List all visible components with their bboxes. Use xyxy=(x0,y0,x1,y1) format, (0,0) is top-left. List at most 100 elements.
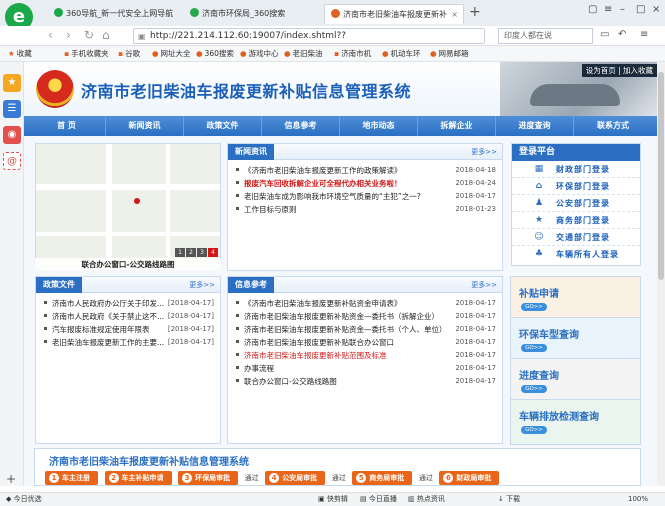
map-page-4[interactable]: 4 xyxy=(208,248,218,257)
flow-step: 3 环保局审批 xyxy=(178,471,239,485)
map-caption[interactable]: 联合办公窗口-公交路线路图 xyxy=(35,258,221,271)
at-mention-icon[interactable]: @ xyxy=(3,152,21,170)
nav-dismantle[interactable]: 拆解企业 xyxy=(418,116,496,136)
extension-icon[interactable]: ▭ xyxy=(600,29,609,40)
tab-close-icon[interactable]: × xyxy=(451,5,458,24)
status-quick-edit[interactable]: ▣ 快剪辑 xyxy=(318,493,348,506)
status-live[interactable]: ▤ 今日直播 xyxy=(360,493,397,506)
list-item[interactable]: 济南市人民政府《关于禁止这不... [2018-04-17] xyxy=(44,310,214,323)
news-more-link[interactable]: 更多>> xyxy=(471,144,497,160)
bookmark-vehicle-env[interactable]: ● 机动车环 xyxy=(382,46,421,62)
nav-policy[interactable]: 政策文件 xyxy=(184,116,262,136)
list-item[interactable]: 济南市老旧柴油车报废更新补贴资金—委托书（拆解企业） 2018-04-17 xyxy=(236,310,496,323)
list-item[interactable]: 济南市老旧柴油车报废更新补贴资金—委托书（个人、单位） 2018-04-17 xyxy=(236,323,496,336)
list-item[interactable]: 《济南市老旧柴油车报废更新工作的政策解读》 2018-04-18 xyxy=(236,164,496,177)
bookmark-jinan[interactable]: ▪ 济南市机 xyxy=(334,46,371,62)
nav-info[interactable]: 信息参考 xyxy=(262,116,340,136)
list-item[interactable]: 办事流程 2018-04-17 xyxy=(236,362,496,375)
policy-more-link[interactable]: 更多>> xyxy=(189,277,215,293)
reading-list-icon[interactable]: ☰ xyxy=(3,100,21,118)
menu-icon[interactable]: ≡ xyxy=(604,4,612,15)
promo-eco-car-query[interactable]: 环保车型查询 GO>> xyxy=(510,317,641,363)
minimize-icon[interactable]: – xyxy=(620,4,625,15)
owner-icon: ♣ xyxy=(534,249,545,259)
url-input[interactable]: ▣ http://221.214.112.60:19007/index.shtm… xyxy=(133,28,485,44)
undo-icon[interactable]: ↶ xyxy=(618,29,626,40)
list-item[interactable]: 济南市老旧柴油车报废更新补贴联合办公窗口 2018-04-17 xyxy=(236,336,496,349)
list-item[interactable]: 工作目标与原则 2018-01-23 xyxy=(236,203,496,216)
list-item[interactable]: 汽车报废标准规定使用年限表 [2018-04-17] xyxy=(44,323,214,336)
maximize-icon[interactable]: □ xyxy=(636,4,645,15)
nav-city-news[interactable]: 地市动态 xyxy=(340,116,418,136)
info-more-link[interactable]: 更多>> xyxy=(471,277,497,293)
list-item[interactable]: 济南市老旧柴油车报废更新补贴范围及标准 2018-04-17 xyxy=(236,349,496,362)
tab-active-subsidy[interactable]: 济南市老旧柴油车报废更新补 × xyxy=(324,4,464,24)
nav-news[interactable]: 新闻资讯 xyxy=(106,116,184,136)
scrollbar-thumb[interactable] xyxy=(658,72,664,280)
status-hot-news[interactable]: ▥ 热点资讯 xyxy=(408,493,445,506)
go-button[interactable]: GO>> xyxy=(521,426,547,434)
login-environment[interactable]: ⌂ 环保部门登录 xyxy=(512,178,640,195)
news-title: 新闻资讯 xyxy=(228,144,274,160)
login-title: 登录平台 xyxy=(512,144,640,161)
go-button[interactable]: GO>> xyxy=(521,385,547,393)
tab-360-nav[interactable]: 360导航_新一代安全上网导航 xyxy=(48,4,178,24)
bookmark-mobile[interactable]: ▪ 手机收藏夹 xyxy=(64,46,109,62)
list-item[interactable]: 报废汽车回收拆解企业可全程代办相关业务啦！ 2018-04-24 xyxy=(236,177,496,190)
bookmark-netease-mail[interactable]: ● 网易邮箱 xyxy=(430,46,469,62)
sidebar-add-icon[interactable]: + xyxy=(6,472,16,486)
bookmark-360-search[interactable]: ● 360搜索 xyxy=(196,46,234,62)
map-page-2[interactable]: 2 xyxy=(186,248,196,257)
login-finance[interactable]: ▦ 财政部门登录 xyxy=(512,161,640,178)
tools-menu-icon[interactable]: ≡ xyxy=(640,29,648,40)
login-commerce[interactable]: ★ 商务部门登录 xyxy=(512,212,640,229)
login-vehicle-owner[interactable]: ♣ 车辆所有人登录 xyxy=(512,246,640,263)
back-icon[interactable]: ‹ xyxy=(48,28,53,42)
login-transport[interactable]: ☺ 交通部门登录 xyxy=(512,229,640,246)
bookmark-favorites[interactable]: ★ 收藏 xyxy=(8,46,32,62)
tab-env-bureau[interactable]: 济南市环保局_360搜索 xyxy=(184,4,320,24)
nav-home[interactable]: 首 页 xyxy=(28,116,106,136)
window-close-icon[interactable]: × xyxy=(652,4,660,15)
list-item[interactable]: 济南市人民政府办公厅关于印发... [2018-04-17] xyxy=(44,297,214,310)
refresh-icon[interactable]: ↻ xyxy=(84,28,94,42)
house-icon: ⌂ xyxy=(535,181,544,191)
weibo-icon[interactable]: ◉ xyxy=(3,126,21,144)
policy-list: 济南市人民政府办公厅关于印发... [2018-04-17] 济南市人民政府《关于… xyxy=(44,297,214,349)
skin-icon[interactable]: ▢ xyxy=(588,4,597,15)
go-button[interactable]: GO>> xyxy=(521,344,547,352)
browser-status-bar: ◆ 今日优选 ▣ 快剪辑 ▤ 今日直播 ▥ 热点资讯 ↓ 下载 100% xyxy=(0,492,665,506)
folder-icon: ▪ xyxy=(334,49,340,58)
nav-contact[interactable]: 联系方式 xyxy=(574,116,652,136)
map-page-3[interactable]: 3 xyxy=(197,248,207,257)
flow-step: 1 车主注册 xyxy=(45,471,98,485)
promo-subsidy-apply[interactable]: 补贴申请 GO>> xyxy=(510,276,641,322)
list-item[interactable]: 老旧柴油车报废更新工作的主要... [2018-04-17] xyxy=(44,336,214,349)
bookmark-game-center[interactable]: ● 游戏中心 xyxy=(240,46,279,62)
list-item[interactable]: 老旧柴油车成为影响我市环境空气质量的“主犯”之一? 2018-04-17 xyxy=(236,190,496,203)
map-road xyxy=(36,184,220,190)
promo-emission-query[interactable]: 车辆排放检测查询 GO>> xyxy=(510,399,641,445)
top-links[interactable]: 设为首页 | 加入收藏 xyxy=(581,64,657,77)
search-input[interactable]: 印度人都在说 xyxy=(498,28,593,44)
list-item[interactable]: 《济南市老旧柴油车报废更新补贴资金申请表》 2018-04-17 xyxy=(236,297,496,310)
bookmark-diesel[interactable]: ● 老旧柴油 xyxy=(284,46,323,62)
home-icon[interactable]: ⌂ xyxy=(102,28,110,42)
favorites-star-icon[interactable]: ★ xyxy=(3,74,21,92)
go-button[interactable]: GO>> xyxy=(521,303,547,311)
web-page: 济南市老旧柴油车报废更新补贴信息管理系统 设为首页 | 加入收藏 首 页 新闻资… xyxy=(24,62,657,486)
new-tab-button[interactable]: + xyxy=(469,4,481,20)
list-item[interactable]: 联合办公窗口-公交路线路图 2018-04-17 xyxy=(236,375,496,388)
promo-progress-query[interactable]: 进度查询 GO>> xyxy=(510,358,641,404)
map-page-1[interactable]: 1 xyxy=(175,248,185,257)
bookmark-url-daquan[interactable]: ● 网址大全 xyxy=(152,46,191,62)
forward-icon[interactable]: › xyxy=(66,28,71,42)
page-scrollbar[interactable] xyxy=(657,62,665,486)
login-police[interactable]: ♟ 公安部门登录 xyxy=(512,195,640,212)
status-download[interactable]: ↓ 下载 xyxy=(498,493,520,506)
bookmark-google[interactable]: ▪ 谷歌 xyxy=(118,46,140,62)
status-today-picks[interactable]: ◆ 今日优选 xyxy=(6,493,42,506)
status-zoom[interactable]: 100% xyxy=(628,493,648,506)
browser-sidebar: ★ ☰ ◉ @ + xyxy=(0,62,24,486)
nav-progress[interactable]: 进度查询 xyxy=(496,116,574,136)
